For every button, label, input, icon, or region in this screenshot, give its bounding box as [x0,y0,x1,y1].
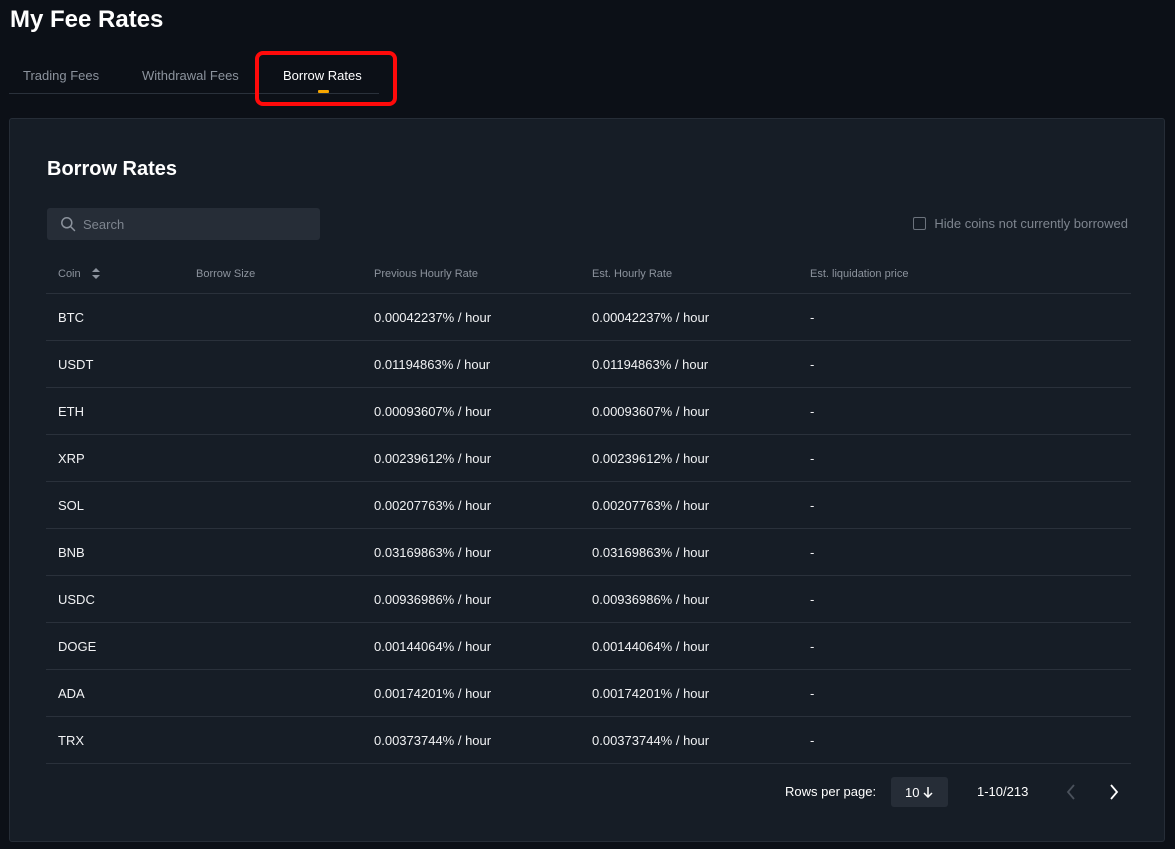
table-row: SOL 0.00207763% / hour 0.00207763% / hou… [46,482,1131,529]
cell-coin: BTC [58,310,84,325]
cell-liq-price: - [810,592,815,607]
table-row: ADA 0.00174201% / hour 0.00174201% / hou… [46,670,1131,717]
cell-est-rate: 0.00936986% / hour [592,592,710,607]
rows-per-page-label: Rows per page: [785,784,877,799]
cell-prev-rate: 0.00936986% / hour [374,592,492,607]
tab-withdrawal-fees[interactable]: Withdrawal Fees [142,68,239,83]
next-page-button[interactable] [1108,783,1120,801]
search-input[interactable] [83,208,313,240]
cell-liq-price: - [810,357,815,372]
cell-prev-rate: 0.00093607% / hour [374,404,492,419]
cell-prev-rate: 0.00207763% / hour [374,498,492,513]
table-row: XRP 0.00239612% / hour 0.00239612% / hou… [46,435,1131,482]
cell-liq-price: - [810,498,815,513]
cell-coin: DOGE [58,639,97,654]
cell-liq-price: - [810,310,815,325]
cell-prev-rate: 0.03169863% / hour [374,545,492,560]
pagination: Rows per page: 10 1-10/213 [10,777,1166,807]
hide-not-borrowed-label: Hide coins not currently borrowed [934,216,1128,231]
col-prev-rate-header: Previous Hourly Rate [374,268,478,280]
col-borrow-size-header: Borrow Size [196,268,256,280]
col-coin-header[interactable]: Coin [58,268,100,280]
cell-prev-rate: 0.00239612% / hour [374,451,492,466]
cell-coin: ETH [58,404,84,419]
previous-page-button[interactable] [1065,783,1077,801]
cell-prev-rate: 0.01194863% / hour [374,357,491,372]
cell-est-rate: 0.00239612% / hour [592,451,710,466]
table-row: BNB 0.03169863% / hour 0.03169863% / hou… [46,529,1131,576]
table-row: USDC 0.00936986% / hour 0.00936986% / ho… [46,576,1131,623]
table-row: USDT 0.01194863% / hour 0.01194863% / ho… [46,341,1131,388]
cell-liq-price: - [810,404,815,419]
cell-est-rate: 0.00042237% / hour [592,310,710,325]
sort-icon[interactable] [91,268,100,279]
cell-coin: USDT [58,357,94,372]
cell-prev-rate: 0.00174201% / hour [374,686,492,701]
cell-coin: XRP [58,451,85,466]
cell-coin: BNB [58,545,85,560]
col-liq-price-header: Est. liquidation price [810,268,909,280]
table-row: DOGE 0.00144064% / hour 0.00144064% / ho… [46,623,1131,670]
page-range: 1-10/213 [977,784,1029,799]
table-header: Coin Borrow Size Previous Hourly Rate Es… [46,256,1131,294]
cell-est-rate: 0.03169863% / hour [592,545,710,560]
cell-prev-rate: 0.00042237% / hour [374,310,492,325]
cell-est-rate: 0.00144064% / hour [592,639,710,654]
cell-liq-price: - [810,733,815,748]
highlight-annotation [255,51,397,106]
panel-title: Borrow Rates [47,158,178,180]
hide-not-borrowed-toggle[interactable]: Hide coins not currently borrowed [913,216,1128,231]
cell-liq-price: - [810,686,815,701]
page-title: My Fee Rates [10,6,164,33]
borrow-rates-panel: Borrow Rates Hide coins not currently bo… [9,118,1165,842]
rows-per-page-value: 10 [905,784,920,800]
rows-per-page-select[interactable]: 10 [891,777,948,807]
cell-est-rate: 0.00093607% / hour [592,404,710,419]
col-est-rate-header: Est. Hourly Rate [592,268,673,280]
cell-liq-price: - [810,451,815,466]
tab-trading-fees[interactable]: Trading Fees [23,68,99,83]
cell-coin: USDC [58,592,95,607]
arrow-down-icon [923,787,933,798]
search-box[interactable] [47,208,320,240]
table-row: BTC 0.00042237% / hour 0.00042237% / hou… [46,294,1131,341]
cell-est-rate: 0.00373744% / hour [592,733,710,748]
cell-liq-price: - [810,639,815,654]
table-row: TRX 0.00373744% / hour 0.00373744% / hou… [46,717,1131,764]
cell-prev-rate: 0.00144064% / hour [374,639,492,654]
cell-est-rate: 0.00174201% / hour [592,686,710,701]
hide-not-borrowed-checkbox[interactable] [913,217,927,230]
cell-coin: SOL [58,498,85,513]
cell-liq-price: - [810,545,815,560]
cell-est-rate: 0.01194863% / hour [592,357,709,372]
cell-est-rate: 0.00207763% / hour [592,498,710,513]
cell-prev-rate: 0.00373744% / hour [374,733,492,748]
search-icon [61,217,76,232]
table-row: ETH 0.00093607% / hour 0.00093607% / hou… [46,388,1131,435]
cell-coin: ADA [58,686,85,701]
cell-coin: TRX [58,733,84,748]
borrow-rates-table: Coin Borrow Size Previous Hourly Rate Es… [46,256,1131,764]
